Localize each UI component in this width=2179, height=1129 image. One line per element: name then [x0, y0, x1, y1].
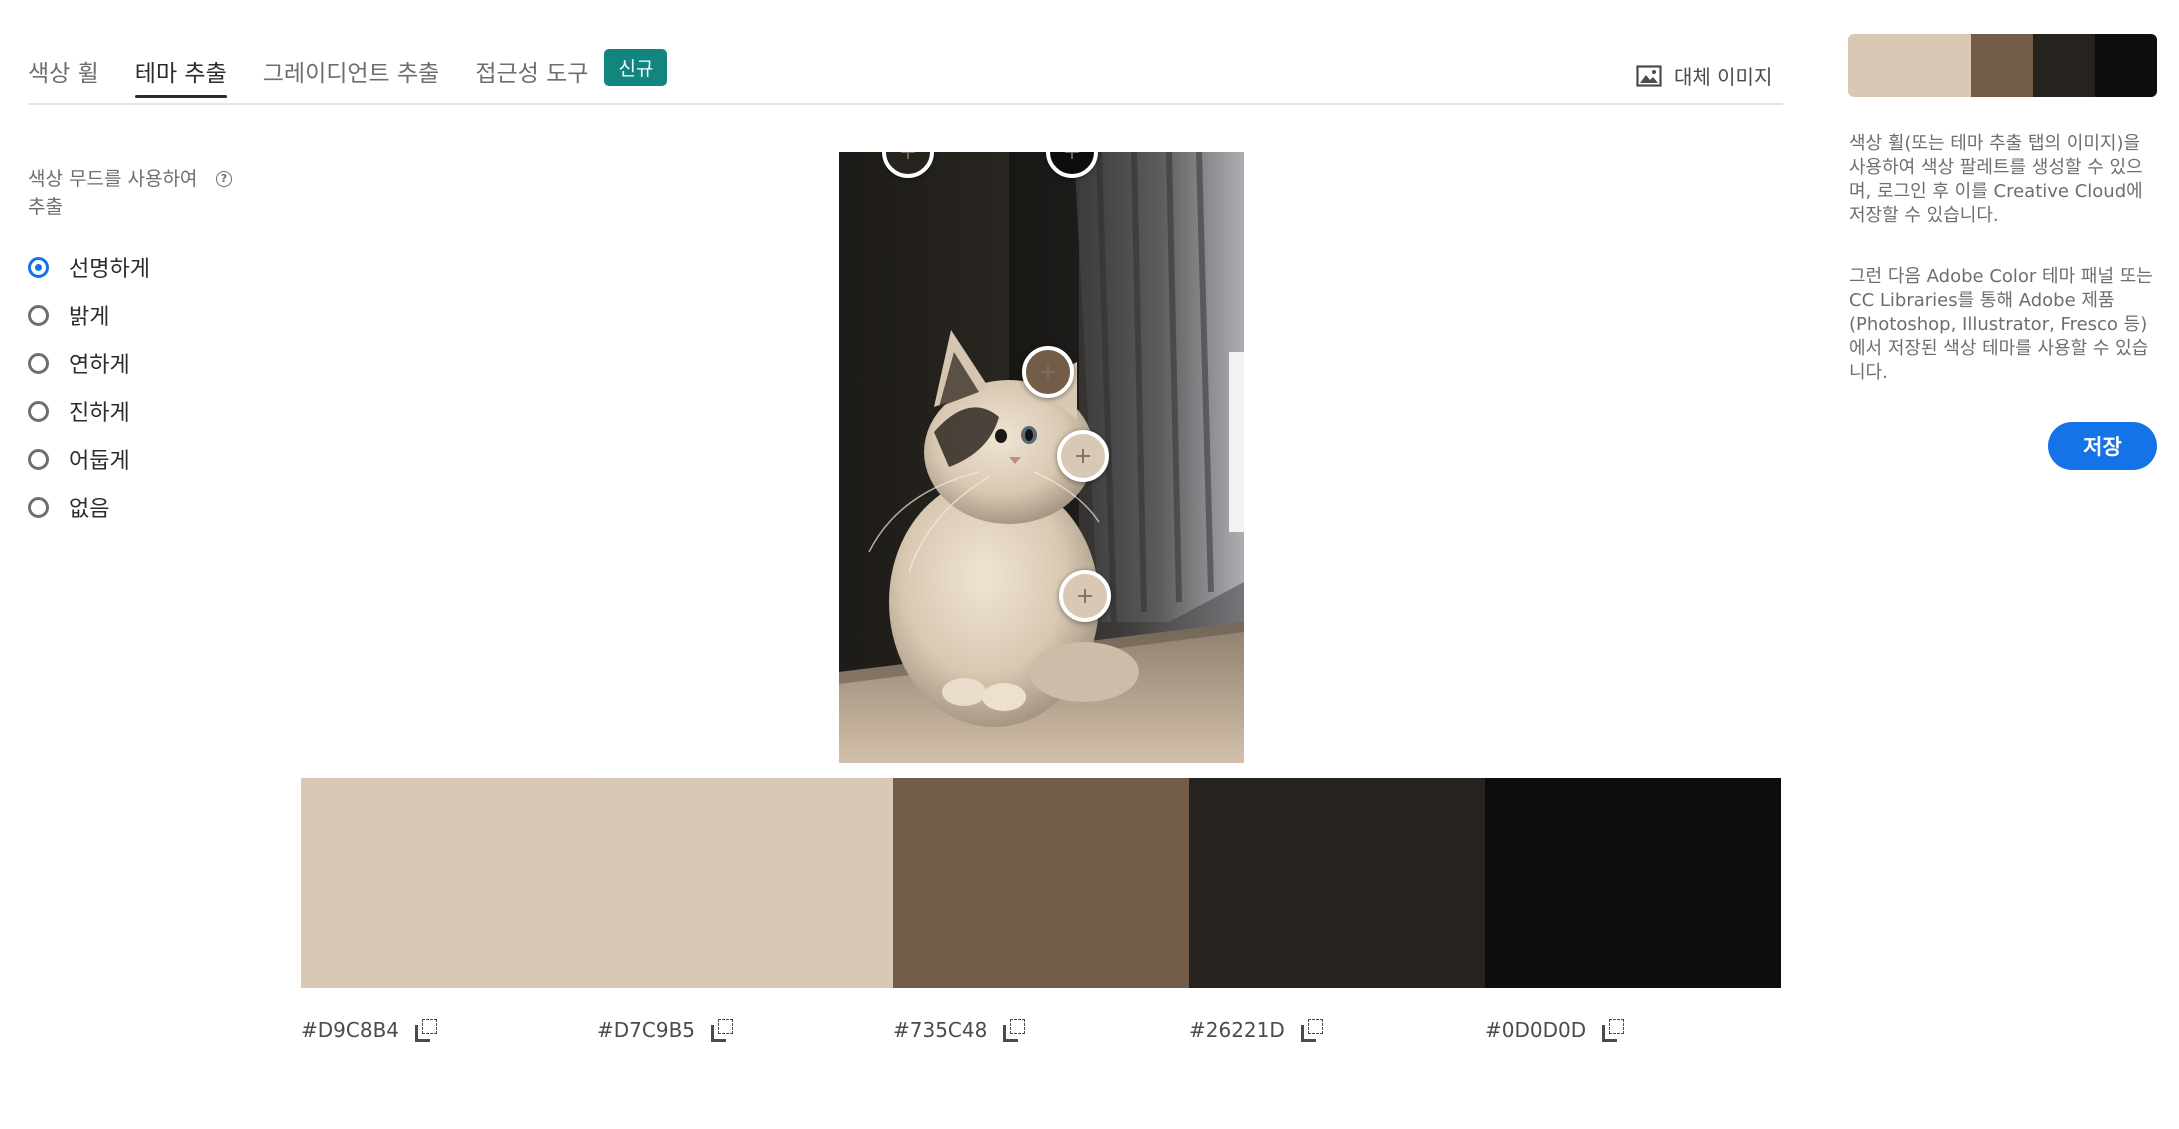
mood-label-dark: 어둡게: [69, 449, 130, 474]
tab-extract-theme[interactable]: 테마 추출: [134, 44, 227, 98]
hex-item-3: #735C48: [893, 1018, 1026, 1042]
description-paragraph-2: 그런 다음 Adobe Color 테마 패널 또는 CC Libraries를…: [1849, 266, 2153, 383]
image-icon: [1636, 64, 1662, 87]
preview-swatch-3: [2033, 34, 2095, 97]
preview-swatch-2: [1971, 34, 2033, 97]
mood-label-none: 없음: [69, 497, 110, 522]
mood-option-bright[interactable]: 밝게: [28, 291, 150, 339]
radio-muted[interactable]: [28, 352, 49, 374]
mood-label-vivid: 선명하게: [69, 257, 150, 282]
tab-extract-gradient[interactable]: 그레이디언트 추출: [263, 44, 440, 96]
hex-value-5[interactable]: #0D0D0D: [1485, 1018, 1586, 1042]
color-swatch-5[interactable]: [1485, 778, 1781, 988]
hex-item-5: #0D0D0D: [1485, 1018, 1625, 1042]
copy-icon[interactable]: [711, 1019, 734, 1042]
radio-bright[interactable]: [28, 304, 49, 326]
color-swatch-4[interactable]: [1189, 778, 1485, 988]
copy-icon[interactable]: [1602, 1019, 1625, 1042]
radio-deep[interactable]: [28, 400, 49, 422]
tab-bar: 색상 휠 테마 추출 그레이디언트 추출 접근성 도구 신규: [28, 44, 668, 106]
new-badge: 신규: [604, 49, 668, 86]
save-button[interactable]: 저장: [2048, 422, 2157, 470]
mood-radio-group: 선명하게 밝게 연하게 진하게 어둡게 없음: [28, 243, 150, 531]
source-photo: [839, 152, 1244, 763]
tab-color-wheel[interactable]: 색상 휠: [28, 44, 99, 96]
mood-option-vivid[interactable]: 선명하게: [28, 243, 150, 291]
color-swatch-1[interactable]: [301, 778, 597, 988]
cat-photo: [839, 152, 1244, 763]
hex-item-4: #26221D: [1189, 1018, 1323, 1042]
copy-icon[interactable]: [415, 1019, 438, 1042]
hex-code-row: #D9C8B4 #D7C9B5 #735C48 #26221D #0D0D0D: [301, 1018, 1781, 1048]
description-paragraph-1: 색상 휠(또는 테마 추출 탭의 이미지)을 사용하여 색상 팔레트를 생성할 …: [1849, 133, 2143, 226]
color-picker-handle-3[interactable]: [1022, 346, 1074, 398]
tab-accessibility-tools[interactable]: 접근성 도구: [475, 44, 588, 96]
copy-icon[interactable]: [1300, 1019, 1323, 1042]
hex-value-3[interactable]: #735C48: [893, 1018, 987, 1042]
color-picker-handle-5[interactable]: [1059, 570, 1111, 622]
radio-dark[interactable]: [28, 448, 49, 470]
color-swatch-3[interactable]: [893, 778, 1189, 988]
alternate-image-button[interactable]: 대체 이미지: [1636, 61, 1772, 90]
color-picker-handle-4[interactable]: [1057, 430, 1109, 482]
preview-swatch-4: [2095, 34, 2157, 97]
mood-option-deep[interactable]: 진하게: [28, 387, 150, 435]
color-swatch-strip: [301, 778, 1781, 988]
mood-label-bright: 밝게: [69, 305, 110, 330]
color-mood-title: 색상 무드를 사용하여 추출: [28, 168, 198, 218]
theme-preview: [1848, 34, 2157, 97]
color-swatch-2[interactable]: [597, 778, 893, 988]
hex-item-2: #D7C9B5: [597, 1018, 734, 1042]
help-circle-icon[interactable]: ?: [216, 171, 232, 187]
copy-icon[interactable]: [1003, 1019, 1026, 1042]
mood-label-deep: 진하게: [69, 401, 130, 426]
tab-divider: [28, 103, 1783, 105]
radio-vivid[interactable]: [28, 256, 49, 278]
hex-value-2[interactable]: #D7C9B5: [597, 1018, 695, 1042]
mood-option-dark[interactable]: 어둡게: [28, 435, 150, 483]
alternate-image-label: 대체 이미지: [1674, 65, 1773, 89]
hex-value-4[interactable]: #26221D: [1189, 1018, 1285, 1042]
radio-none[interactable]: [28, 496, 49, 518]
hex-item-1: #D9C8B4: [301, 1018, 438, 1042]
hex-value-1[interactable]: #D9C8B4: [301, 1018, 399, 1042]
mood-label-muted: 연하게: [69, 353, 130, 378]
preview-swatch-1: [1848, 34, 1971, 97]
mood-option-none[interactable]: 없음: [28, 483, 150, 531]
mood-option-muted[interactable]: 연하게: [28, 339, 150, 387]
